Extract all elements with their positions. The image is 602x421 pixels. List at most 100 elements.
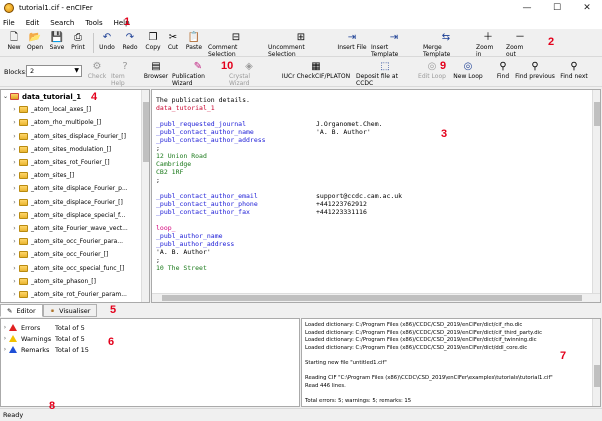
- tree-item[interactable]: › _atom_sites_[]: [1, 169, 149, 182]
- chevron-right-icon[interactable]: ›: [10, 146, 19, 153]
- tree-item-label: _atom_site_displace_special_f...: [31, 211, 126, 219]
- editor-hscroll-thumb[interactable]: [162, 295, 582, 301]
- new-label: New: [7, 44, 21, 51]
- chevron-right-icon[interactable]: ›: [1, 324, 9, 331]
- publication-wizard-button[interactable]: ✎ Publication Wizard: [172, 60, 224, 87]
- chevron-right-icon[interactable]: ›: [10, 225, 19, 232]
- data-block-tree[interactable]: ⌄ data_tutorial_1 › _atom_local_axes_[] › _…: [0, 89, 150, 303]
- crystal-wizard-button[interactable]: ◈ Crystal Wizard: [229, 60, 269, 87]
- chevron-right-icon[interactable]: ›: [10, 172, 19, 179]
- cif-editor[interactable]: The publication details. data_tutorial_1 _…: [151, 89, 601, 303]
- editor-line: loop_: [156, 224, 402, 232]
- log-scroll-thumb[interactable]: [594, 365, 600, 387]
- paste-button[interactable]: 📋 Paste: [184, 31, 204, 55]
- issue-row-errors[interactable]: › Errors Total of 5: [1, 322, 299, 333]
- tree-item[interactable]: › _atom_site_occ_special_func_[]: [1, 261, 149, 274]
- chevron-right-icon[interactable]: ›: [10, 251, 19, 258]
- issue-row-remarks[interactable]: › Remarks Total of 15: [1, 344, 299, 355]
- molecule-icon: ⚭: [49, 306, 56, 315]
- save-button[interactable]: 💾 Save: [49, 31, 65, 55]
- tree-item[interactable]: › _atom_site_rot_Fourier_param...: [1, 288, 149, 301]
- tree-item[interactable]: › _atom_site_displace_Fourier_p...: [1, 182, 149, 195]
- menu-tools[interactable]: Tools: [85, 19, 102, 27]
- tree-item[interactable]: › _atom_sites_displace_Fourier_[]: [1, 130, 149, 143]
- issue-row-warnings[interactable]: › Warnings Total of 5: [1, 333, 299, 344]
- editor-vertical-scrollbar[interactable]: [592, 90, 600, 294]
- deposit-button[interactable]: ⬚ Deposit file at CCDC: [356, 60, 414, 87]
- tree-item[interactable]: › _atom_site_occ_Fourier_para...: [1, 235, 149, 248]
- open-button[interactable]: 📂 Open: [26, 31, 44, 55]
- merge-template-button[interactable]: ⇆ Merge Template: [423, 31, 469, 58]
- check-button[interactable]: ⚙ Check: [86, 60, 108, 84]
- chevron-right-icon[interactable]: ›: [10, 291, 19, 298]
- tree-item[interactable]: › _atom_local_axes_[]: [1, 103, 149, 116]
- editor-line: 10 The Street: [156, 264, 402, 272]
- tree-item[interactable]: › _atom_sites_rot_Fourier_[]: [1, 156, 149, 169]
- insert-file-button[interactable]: ⇥ Insert File: [337, 31, 367, 55]
- chevron-right-icon[interactable]: ›: [10, 278, 19, 285]
- tree-item[interactable]: ›_atom_site_rot_Fourier_[]: [1, 301, 149, 302]
- editor-line: _publ_requested_journal J.Organomet.Chem.: [156, 120, 402, 128]
- tree-item[interactable]: › _atom_site_displace_Fourier_[]: [1, 196, 149, 209]
- find-next-button[interactable]: ⚲ Find next: [559, 60, 589, 84]
- chevron-right-icon[interactable]: ›: [10, 238, 19, 245]
- log-output[interactable]: Loaded dictionary: C:/Program Files (x86…: [301, 318, 601, 407]
- editor-horizontal-scrollbar[interactable]: [152, 293, 600, 302]
- minimize-button[interactable]: —: [512, 0, 542, 16]
- menu-edit[interactable]: Edit: [26, 19, 40, 27]
- undo-button[interactable]: ↶ Undo: [98, 31, 116, 55]
- find-next-label: Find next: [560, 73, 588, 80]
- blocks-dropdown[interactable]: 2 ▼: [26, 65, 82, 77]
- find-previous-button[interactable]: ⚲ Find previous: [515, 60, 555, 84]
- editor-line: _publ_contact_author_name 'A. B. Author': [156, 128, 402, 136]
- chevron-right-icon[interactable]: ›: [1, 335, 9, 342]
- editor-vscroll-thumb[interactable]: [594, 102, 600, 126]
- zoom-in-button[interactable]: ＋ Zoom in: [476, 31, 500, 58]
- tree-item[interactable]: › _atom_rho_multipole_[]: [1, 116, 149, 129]
- tree-scroll-thumb[interactable]: [143, 102, 149, 162]
- chevron-right-icon[interactable]: ›: [1, 346, 9, 353]
- close-button[interactable]: ✕: [572, 0, 602, 16]
- menu-search[interactable]: Search: [50, 19, 74, 27]
- browser-button[interactable]: ▤ Browser: [143, 60, 169, 84]
- tree-scrollbar[interactable]: [141, 90, 149, 302]
- cut-button[interactable]: ✂ Cut: [166, 31, 180, 55]
- chevron-right-icon[interactable]: ›: [10, 185, 19, 192]
- find-button[interactable]: ⚲ Find: [495, 60, 511, 84]
- item-help-button[interactable]: ? Item Help: [111, 60, 139, 87]
- tab-visualiser[interactable]: ⚭ Visualiser: [42, 304, 98, 317]
- tree-root[interactable]: ⌄ data_tutorial_1: [1, 90, 149, 103]
- comment-selection-button[interactable]: ⊟ Comment Selection: [208, 31, 264, 58]
- folder-icon: [19, 224, 28, 232]
- copy-label: Copy: [145, 44, 161, 51]
- tree-item[interactable]: › _atom_sites_modulation_[]: [1, 143, 149, 156]
- chevron-right-icon[interactable]: ›: [10, 106, 19, 113]
- uncomment-selection-button[interactable]: ⊞ Uncomment Selection: [268, 31, 334, 58]
- tab-editor[interactable]: ✎ Editor: [0, 304, 43, 317]
- tree-item[interactable]: › _atom_site_Fourier_wave_vect...: [1, 222, 149, 235]
- chevron-down-icon[interactable]: ⌄: [1, 93, 10, 100]
- print-button[interactable]: ⎙ Print: [69, 31, 87, 55]
- insert-template-button[interactable]: ⇥ Insert Template: [371, 31, 417, 58]
- chevron-right-icon[interactable]: ›: [10, 265, 19, 272]
- menu-file[interactable]: File: [3, 19, 15, 27]
- tree-item[interactable]: › _atom_site_phason_[]: [1, 275, 149, 288]
- chevron-right-icon[interactable]: ›: [10, 133, 19, 140]
- zoom-out-button[interactable]: － Zoom out: [506, 31, 534, 58]
- browser-label: Browser: [143, 73, 169, 80]
- new-loop-button[interactable]: ◎ New Loop: [453, 60, 483, 84]
- editor-text[interactable]: The publication details. data_tutorial_1 _…: [156, 96, 402, 272]
- chevron-right-icon[interactable]: ›: [10, 212, 19, 219]
- maximize-button[interactable]: ☐: [542, 0, 572, 16]
- log-line: Loaded dictionary: C:/Program Files (x86…: [305, 337, 537, 344]
- chevron-right-icon[interactable]: ›: [10, 159, 19, 166]
- new-button[interactable]: 🗋 New: [6, 31, 22, 55]
- redo-button[interactable]: ↷ Redo: [121, 31, 139, 55]
- log-scrollbar[interactable]: [592, 319, 600, 406]
- checkcif-button[interactable]: ▦ IUCr CheckCIF/PLATON: [281, 60, 351, 84]
- tree-item[interactable]: › _atom_site_displace_special_f...: [1, 209, 149, 222]
- chevron-right-icon[interactable]: ›: [10, 119, 19, 126]
- copy-button[interactable]: ❐ Copy: [144, 31, 162, 55]
- chevron-right-icon[interactable]: ›: [10, 199, 19, 206]
- tree-item[interactable]: › _atom_site_occ_Fourier_[]: [1, 248, 149, 261]
